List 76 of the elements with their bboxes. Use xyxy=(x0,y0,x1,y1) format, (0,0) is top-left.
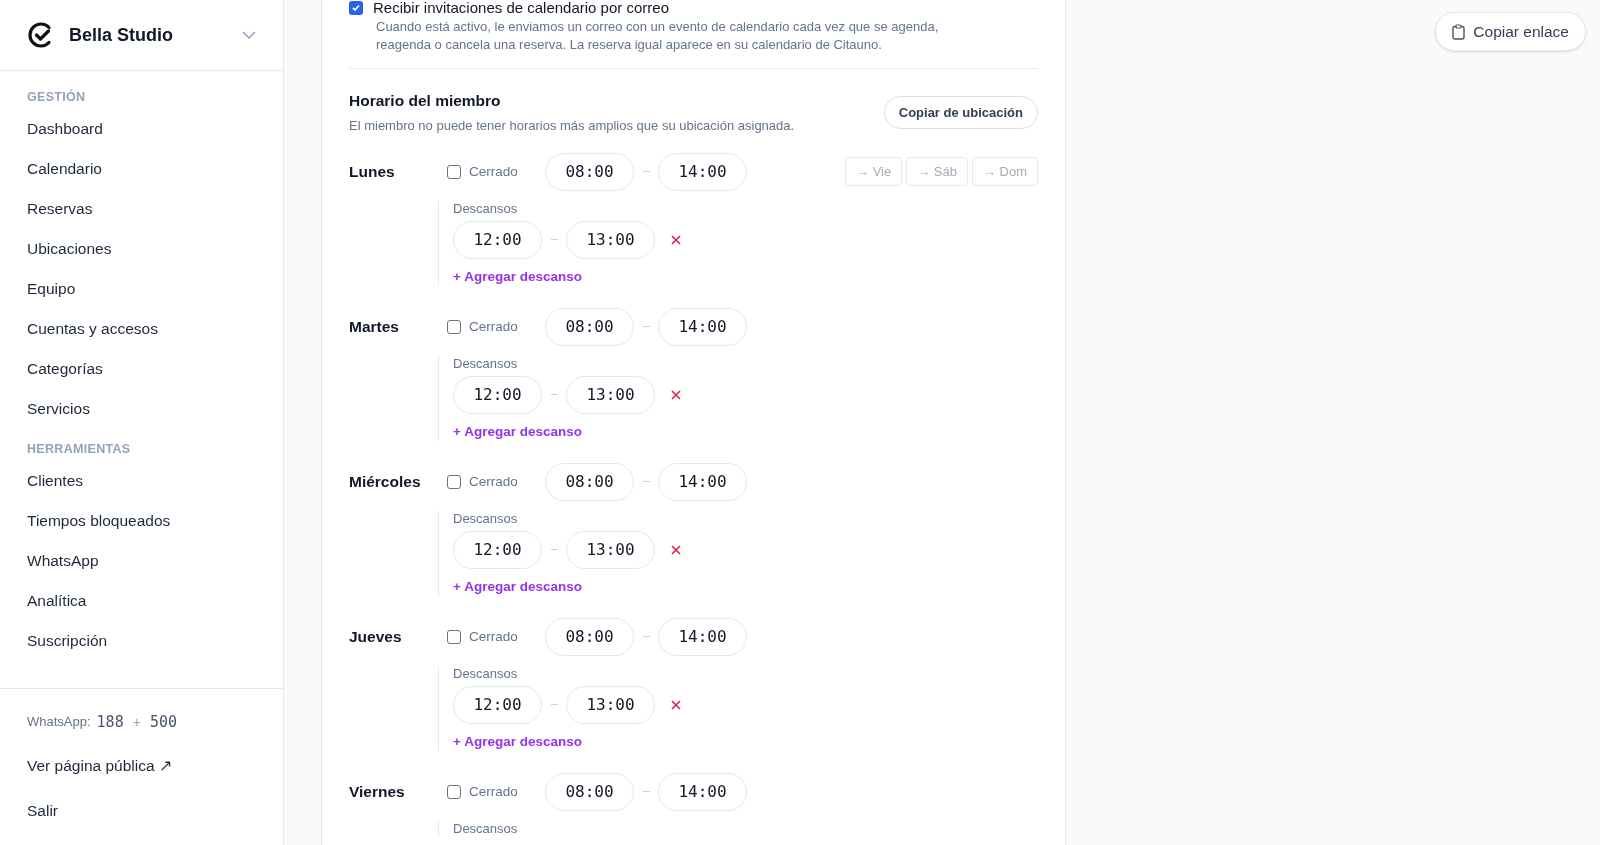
closed-label: Cerrado xyxy=(469,627,519,646)
nav-item[interactable]: Dashboard xyxy=(10,109,273,149)
nav-item[interactable]: Suscripción xyxy=(10,621,273,661)
copy-from-location-button[interactable]: Copiar de ubicación xyxy=(883,95,1038,129)
break-end-field[interactable]: 13:00 xyxy=(566,530,655,569)
nav-item[interactable]: Tiempos bloqueados xyxy=(10,501,273,541)
start-time-field[interactable]: 08:00 xyxy=(545,152,634,191)
break-start-field[interactable]: 12:00 xyxy=(453,530,542,569)
breaks-label: Descansos xyxy=(453,510,519,527)
nav-item[interactable]: Reservas xyxy=(10,189,273,229)
day-name: Lunes xyxy=(349,162,396,183)
break-end-field[interactable]: 13:00 xyxy=(566,375,655,414)
break-start-field[interactable]: 12:00 xyxy=(453,375,542,414)
end-time-field[interactable]: 14:00 xyxy=(658,307,747,346)
start-time-field[interactable]: 08:00 xyxy=(545,462,634,501)
end-time-field[interactable]: 14:00 xyxy=(658,462,747,501)
break-end-field[interactable]: 13:00 xyxy=(566,220,655,259)
add-break-link[interactable]: + Agregar descanso xyxy=(453,577,582,596)
nav-item[interactable]: Ubicaciones xyxy=(10,229,273,269)
add-break-link[interactable]: + Agregar descanso xyxy=(453,732,582,751)
add-break-link[interactable]: + Agregar descanso xyxy=(453,267,582,286)
add-break-link[interactable]: + Agregar descanso xyxy=(453,422,582,441)
nav-item[interactable]: Cuentas y accesos xyxy=(10,309,273,349)
breaks-label: Descansos xyxy=(453,200,519,217)
public-page-link[interactable]: Ver página pública ↗ xyxy=(27,754,256,778)
remove-icon[interactable] xyxy=(671,544,681,555)
email-invites-label: Recibir invitaciones de calendario por correo xyxy=(373,0,669,16)
remove-icon[interactable] xyxy=(671,389,681,400)
breaks-label: Descansos xyxy=(453,820,519,837)
end-time-field[interactable]: 14:00 xyxy=(658,617,747,656)
nav-item[interactable]: Calendario xyxy=(10,149,273,189)
break-start-field[interactable]: 12:00 xyxy=(453,685,542,724)
chevron-down-icon[interactable] xyxy=(242,31,256,39)
closed-checkbox[interactable] xyxy=(447,319,461,334)
closed-label: Cerrado xyxy=(469,162,519,181)
start-time-field[interactable]: 08:00 xyxy=(545,617,634,656)
logout-link[interactable]: Salir xyxy=(27,799,256,823)
closed-checkbox[interactable] xyxy=(447,629,461,644)
start-time-field[interactable]: 08:00 xyxy=(545,307,634,346)
nav-item[interactable]: WhatsApp xyxy=(10,541,273,581)
email-invites-description: Cuando está activo, le enviamos un correo con un evento de calendario cada vez que se agenda, reagenda o cancela una reserva. La reserva igual aparece en su calendario de Citauno. xyxy=(376,18,940,54)
day-name: Jueves xyxy=(349,627,403,648)
closed-label: Cerrado xyxy=(469,317,519,336)
day-name: Miércoles xyxy=(349,472,422,493)
copy-link-button[interactable]: Copiar enlace xyxy=(1435,12,1586,51)
plus-sign: + xyxy=(131,712,142,732)
nav-item[interactable]: Categorías xyxy=(10,349,273,389)
end-time-field[interactable]: 14:00 xyxy=(658,772,747,811)
nav-item[interactable]: Clientes xyxy=(10,461,273,501)
schedule-title: Horario del miembro xyxy=(349,91,502,111)
day-name: Viernes xyxy=(349,782,406,803)
schedule-subtitle: El miembro no puede tener horarios más amplios que su ubicación asignada. xyxy=(349,117,795,136)
nav-section-label: GESTIÓN xyxy=(26,89,87,105)
remove-icon[interactable] xyxy=(671,234,681,245)
end-time-field[interactable]: 14:00 xyxy=(658,152,747,191)
closed-label: Cerrado xyxy=(469,472,519,491)
nav-item[interactable]: Analítica xyxy=(10,581,273,621)
start-time-field[interactable]: 08:00 xyxy=(545,772,634,811)
nav-item[interactable]: Equipo xyxy=(10,269,273,309)
clipboard-icon xyxy=(1452,23,1466,40)
whatsapp-total: 500 xyxy=(149,711,177,733)
brand-name: Bella Studio xyxy=(69,23,174,47)
remove-icon[interactable] xyxy=(671,699,681,710)
closed-label: Cerrado xyxy=(469,782,519,801)
closed-checkbox[interactable] xyxy=(447,164,461,179)
breaks-label: Descansos xyxy=(453,665,519,682)
nav-item[interactable]: Servicios xyxy=(10,389,273,429)
break-start-field[interactable]: 12:00 xyxy=(453,220,542,259)
breaks-label: Descansos xyxy=(453,355,519,372)
closed-checkbox[interactable] xyxy=(447,474,461,489)
closed-checkbox[interactable] xyxy=(447,784,461,799)
nav-section-label: HERRAMIENTAS xyxy=(26,441,132,457)
break-end-field[interactable]: 13:00 xyxy=(566,685,655,724)
whatsapp-label: WhatsApp: xyxy=(27,713,91,732)
day-name: Martes xyxy=(349,317,400,338)
whatsapp-used: 188 xyxy=(96,711,124,733)
